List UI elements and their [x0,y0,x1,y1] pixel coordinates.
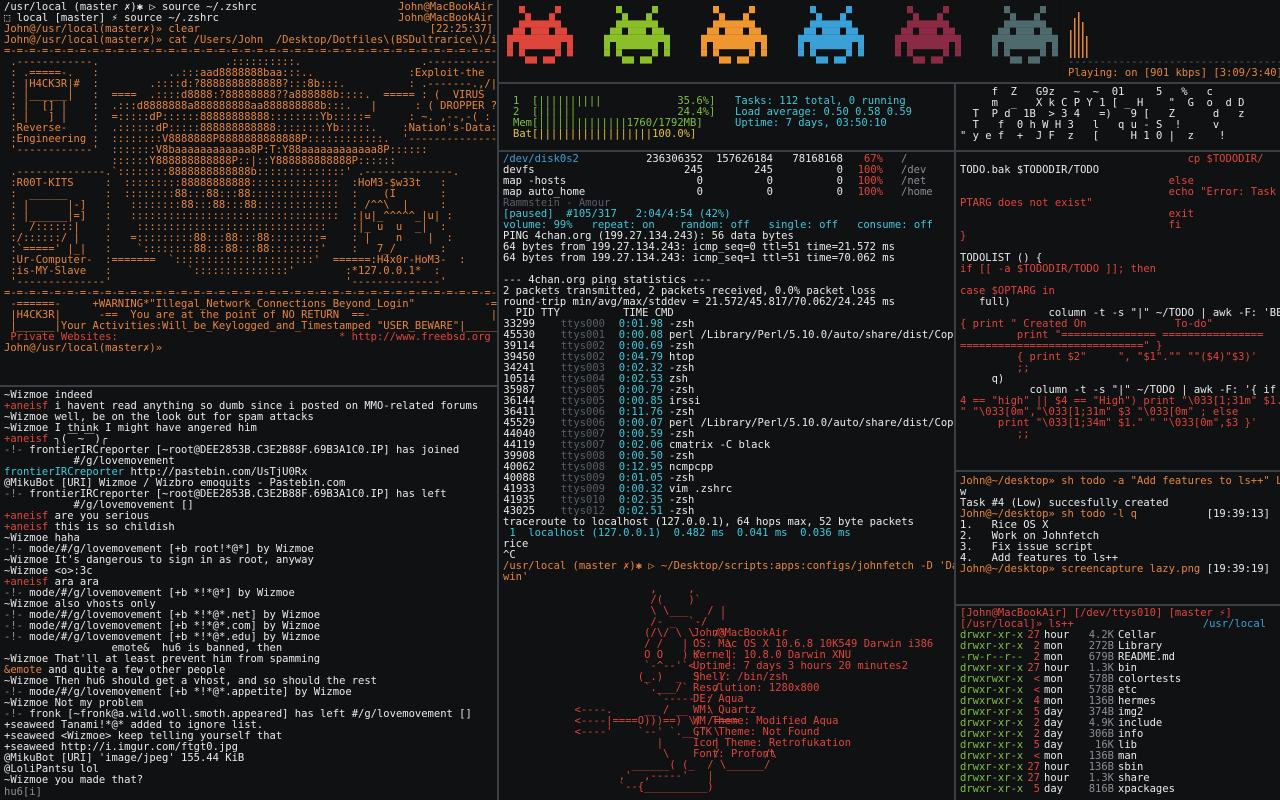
vim-editor[interactable]: cp $TODODIR/TODO.bak $TODODIR/TODO else … [956,152,1280,470]
ps-cell: irssi [669,395,701,407]
df-cell: 0 [766,186,773,198]
df-cell: 0 [836,175,843,187]
ls-terminal[interactable]: [John@MacBookAir] [/dev/ttys010] [master… [956,606,1280,800]
fetch-value: Profont [730,748,776,760]
df-cell: 0 [766,175,773,187]
todo-text: John@~/desktop» screencapture lazy.png [960,563,1201,575]
matrix-line: f Z G9z ~ ~ 01 5 % c [960,86,1213,98]
ps-cell: zsh [669,373,688,385]
ls-prompt: [/usr/local]» ls++ [960,618,1074,630]
todo-line: John@~/desktop» sh todo -a "Add features… [960,476,1280,487]
irc-text: you made that? [54,774,144,786]
ps-cell: cmatrix -C black [669,439,771,451]
ps-cell: -zsh [669,494,695,506]
invader-blue [798,6,864,64]
df-cell: 0 [696,186,703,198]
visualizer-bar [1070,30,1072,58]
irc-message: ~Wizmoe you made that? [4,775,493,786]
ps-cell: -zsh [669,384,695,396]
ls-cell: xpackages [1118,783,1175,795]
irc-nick: ~Wizmoe [4,774,49,786]
ps-cell: perl /Library/Perl/5.10.0/auto/share/dis… [669,417,954,429]
music-visualizer: -------------------------------------___… [1060,0,1280,82]
df-cell: 0 [836,186,843,198]
ls-cell: drwxr-xr-x [960,783,1024,795]
todo-terminal[interactable]: John@~/desktop» sh todo -a "Add features… [956,472,1280,604]
ls-cell: day [1044,783,1063,795]
ps-cell: vim .zshrc [669,483,733,495]
tl-line: John@/usr/local(master✗)» cat /Users/Joh… [4,35,497,46]
invader-green [604,6,670,64]
rice-line: rice [503,538,529,550]
vim-line: fi [960,219,1182,231]
ls-path: /usr/local [1202,618,1266,630]
df-cell: /home [901,186,933,198]
ps-cell: perl /Library/Perl/5.10.0/auto/share/dis… [669,329,954,341]
vim-line: if [[ -a $TODODIR/TODO ]]; then [960,263,1156,275]
fetch-value: Retrofukation [768,737,852,749]
visualizer-bar [1082,22,1084,58]
cmatrix: f Z G9z ~ ~ 01 5 % c m _ X k C P Y 1 [ _… [956,84,1280,150]
fetch-info: John@MacBookAir OS: Mac OS X 10.6.8 10K54… [693,628,933,760]
df-cell: 0 [696,175,703,187]
ping-line: 64 bytes from 199.27.134.243: icmp_seq=1… [503,252,895,264]
ls-cell: 5 [1033,783,1040,795]
irc-text: It's dangerous to sign in as root, anywa… [54,554,314,566]
df-cell: 245 [754,164,773,176]
irc-client[interactable]: ~Wizmoe indeed +aneisf i havent read anyt… [0,387,497,800]
matrix-line: T P d 1B > 3 4 =) 9 [ Z d z [960,108,1245,120]
matrix-line: m _ X k C P Y 1 [ _ H " G o d D [960,97,1245,109]
matrix-line: T f 0 h W H 3 l q u - S ! v [960,119,1220,131]
ps-cell: -zsh [669,340,695,352]
johnfetch-prompt: /usr/local (master ✗)✱ ▷ ~/Desktop/scrip… [503,560,954,572]
terminal-issue[interactable]: /usr/local (master ✗)✱ ▷ source ~/.zshrc… [0,0,497,385]
bat-meter: Bat[||||||||||||||||||100.0%] [513,128,697,140]
invader-orange [701,6,767,64]
df-cell: 245 [684,164,703,176]
tl-command: John@/usr/local(master✗)» cat /Users/Joh… [4,34,497,46]
shell-prompt: John@/usr/local(master✗)» [4,342,163,354]
visualizer-bar [1074,18,1076,58]
matrix-line: " y e f + J F z [ H 1 0 | z ! [960,130,1226,142]
terminal-middle[interactable]: /dev/disk0s2 236306352 157626184 78168168 67… [499,152,954,800]
df-cell: 0 [836,164,843,176]
df-cell: 78168168 [792,153,843,165]
now-playing: Playing: on [901 kbps] [3:09/3:40] [1068,67,1280,79]
ls-cell: 816B [1088,783,1114,795]
ps-cell: ncmpcpp [669,461,714,473]
df-cell: 100% [857,186,883,198]
fetch-value: 1280x800 [768,682,820,694]
ls-row[interactable]: drwxr-xr-x 5 day 816B xpackages [960,784,1276,795]
invader-maroon [895,6,961,64]
traceroute-hop: 1 localhost (127.0.0.1) 0.482 ms 0.041 m… [503,527,851,539]
todo-text: John@~/desktop» sh todo -a "Add features… [960,475,1280,487]
johnfetch-prompt-wrap: win' [503,571,529,583]
invaders-art [499,0,1059,82]
fetch-row: Font: Profont [693,749,933,760]
todo-timestamp: [19:39:19] [1206,563,1270,575]
uptime-line: Uptime: 7 days, 03:50:10 [735,117,887,129]
ls-prompt-row: [/usr/local]» ls++ /usr/local [960,619,1276,630]
todo-line: John@~/desktop» screencapture lazy.png [1… [960,564,1276,575]
visualizer-bar [1078,12,1080,58]
vim-line: ;; [960,428,1030,440]
irc-input[interactable]: hu6[i] [4,787,42,798]
ps-cell: htop [669,351,695,363]
invader-red [507,6,573,64]
vim-line: } [960,230,967,242]
invader-slate [992,6,1058,64]
fetch-key: Font: [693,748,725,760]
htop-summary: 1 [|||||||||| 35.6%] 2 [|||||| 24.4%] Me… [499,84,954,150]
ps-cell: -zsh [669,362,695,374]
todo-timestamp: [19:39:13] [1206,508,1270,520]
visualizer-bar [1086,36,1088,58]
vim-line: ;; [960,362,1030,374]
